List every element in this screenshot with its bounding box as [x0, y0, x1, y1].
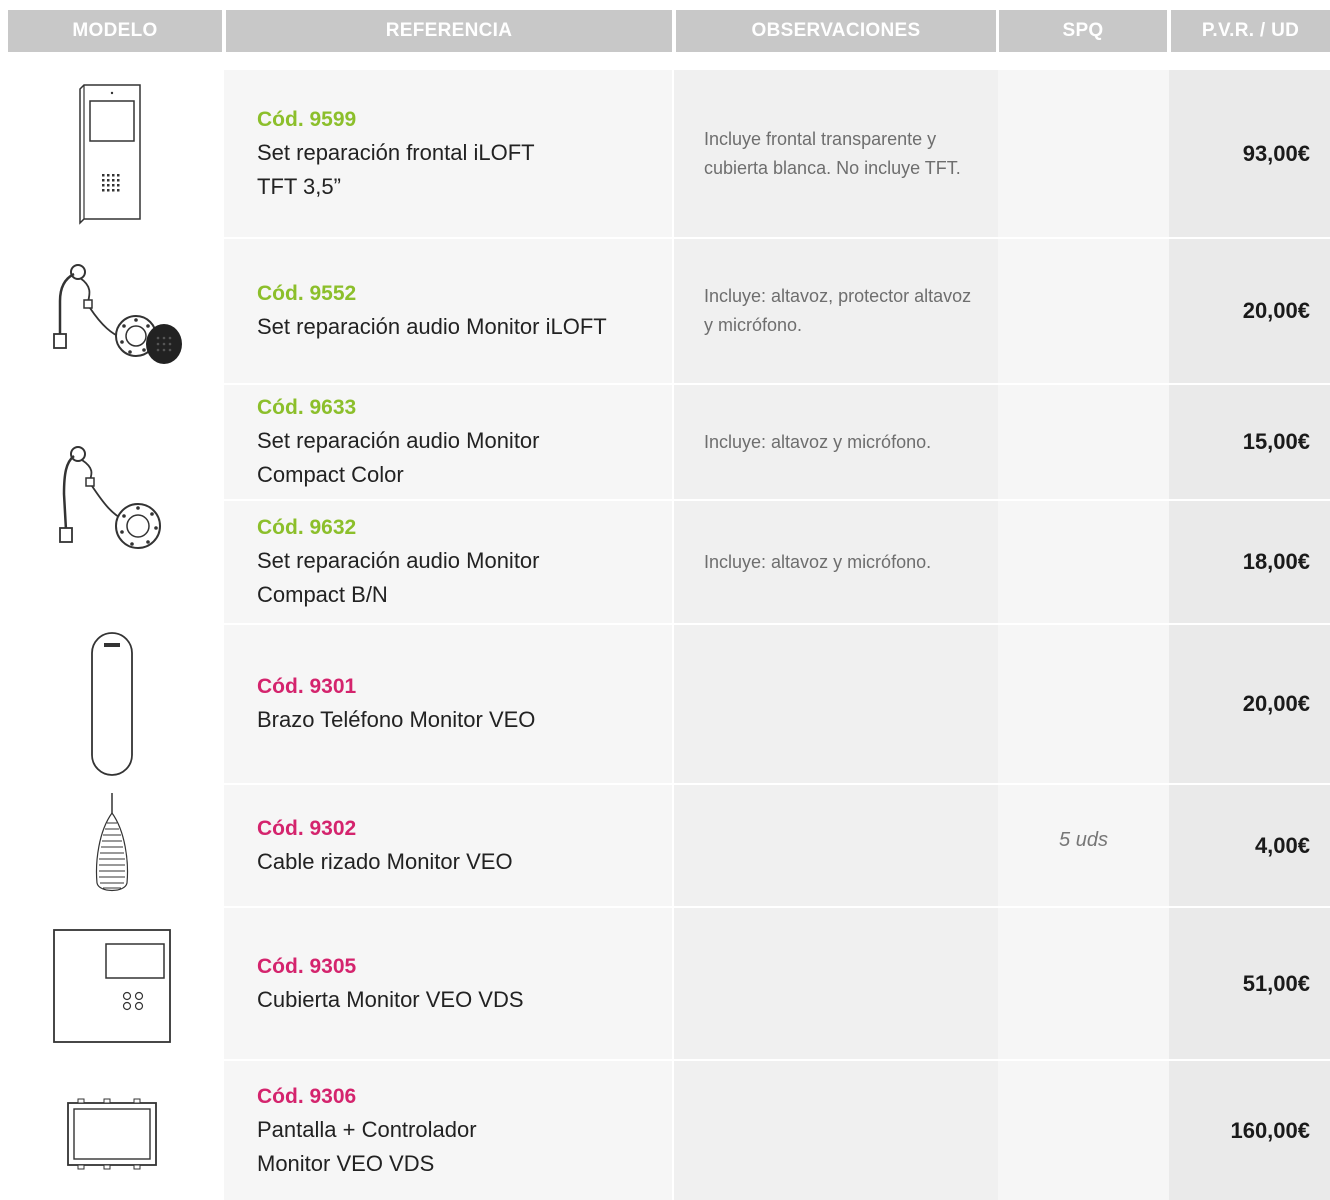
product-price: 160,00€ — [1230, 1117, 1310, 1143]
monitor-cover-icon — [53, 928, 171, 1043]
header-spq: SPQ — [999, 10, 1167, 52]
product-observations — [674, 1061, 998, 1200]
product-price: 20,00€ — [1242, 691, 1310, 716]
coiled-cable-icon — [95, 792, 129, 891]
screen-controller-icon — [67, 1098, 157, 1169]
product-description: Cable rizado Monitor VEO — [257, 848, 513, 874]
table-row-9302-referencia: Cód. 9302 Cable rizado Monitor VEO — [224, 785, 672, 906]
product-price: 15,00€ — [1242, 429, 1310, 454]
product-description: Brazo Teléfono Monitor VEO — [257, 707, 536, 732]
model-image-9301 — [0, 625, 224, 783]
product-price: 18,00€ — [1242, 549, 1310, 574]
product-price: 4,00€ — [1254, 832, 1310, 858]
product-price: 20,00€ — [1242, 298, 1310, 323]
product-observations — [674, 625, 998, 783]
handset-icon — [91, 632, 133, 776]
model-image-9552 — [0, 239, 224, 383]
table-row-9305-referencia: Cód. 9305 Cubierta Monitor VEO VDS — [224, 908, 672, 1059]
product-code: Cód. 9301 — [257, 675, 357, 698]
product-code: Cód. 9632 — [257, 516, 357, 539]
model-image-9302 — [0, 785, 224, 906]
product-code: Cód. 9302 — [257, 816, 357, 840]
product-code: Cód. 9633 — [257, 396, 357, 419]
product-observations — [674, 908, 998, 1059]
product-code: Cód. 9305 — [257, 954, 357, 978]
header-observaciones: OBSERVACIONES — [676, 10, 996, 52]
table-row-9599-referencia: Cód. 9599 Set reparación frontal iLOFT T… — [224, 70, 672, 237]
product-description: Pantalla + Controlador Monitor VEO VDS — [257, 1116, 477, 1176]
product-spq — [998, 70, 1169, 237]
product-code: Cód. 9306 — [257, 1084, 357, 1108]
product-description: Set reparación audio Monitor Compact Col… — [257, 428, 540, 487]
product-price: 51,00€ — [1242, 970, 1310, 996]
product-spq: 5 uds — [1059, 829, 1108, 851]
table-row-9552-referencia: Cód. 9552 Set reparación audio Monitor i… — [224, 239, 672, 383]
table-row-9306-referencia: Cód. 9306 Pantalla + Controlador Monitor… — [224, 1061, 672, 1200]
table-row-9301-referencia: Cód. 9301 Brazo Teléfono Monitor VEO — [224, 625, 672, 783]
model-image-9599 — [0, 70, 224, 237]
product-observations: Incluye: altavoz y micrófono. — [704, 551, 932, 572]
product-code: Cód. 9599 — [257, 107, 357, 131]
product-spq — [998, 239, 1169, 383]
model-image-9633-9632 — [0, 385, 224, 623]
product-spq — [998, 625, 1169, 783]
header-referencia: REFERENCIA — [226, 10, 672, 52]
table-row-9632-referencia: Cód. 9632 Set reparación audio Monitor C… — [224, 501, 672, 623]
header-pvr: P.V.R. / UD — [1171, 10, 1330, 52]
product-spq — [998, 908, 1169, 1059]
product-observations — [674, 785, 998, 906]
model-image-9306 — [0, 1061, 224, 1200]
speaker-cable-icon — [53, 264, 182, 364]
product-description: Set reparación audio Monitor iLOFT — [257, 314, 607, 339]
product-code: Cód. 9552 — [257, 282, 357, 305]
speaker-cable-icon — [59, 446, 161, 549]
front-panel-icon — [79, 83, 141, 225]
header-modelo: MODELO — [8, 10, 222, 52]
product-observations: Incluye: altavoz, protector altavoz y mi… — [704, 286, 972, 335]
product-spq — [998, 385, 1169, 499]
product-description: Cubierta Monitor VEO VDS — [257, 986, 524, 1012]
product-price: 93,00€ — [1242, 140, 1310, 166]
product-spq — [998, 1061, 1169, 1200]
product-description: Set reparación frontal iLOFT TFT 3,5” — [257, 139, 535, 199]
product-observations: Incluye: altavoz y micrófono. — [704, 431, 932, 452]
product-spq — [998, 501, 1169, 623]
table-row-9633-referencia: Cód. 9633 Set reparación audio Monitor C… — [224, 385, 672, 499]
model-image-9305 — [0, 908, 224, 1059]
product-observations: Incluye frontal transparente y cubierta … — [704, 128, 961, 178]
product-description: Set reparación audio Monitor Compact B/N — [257, 548, 540, 607]
